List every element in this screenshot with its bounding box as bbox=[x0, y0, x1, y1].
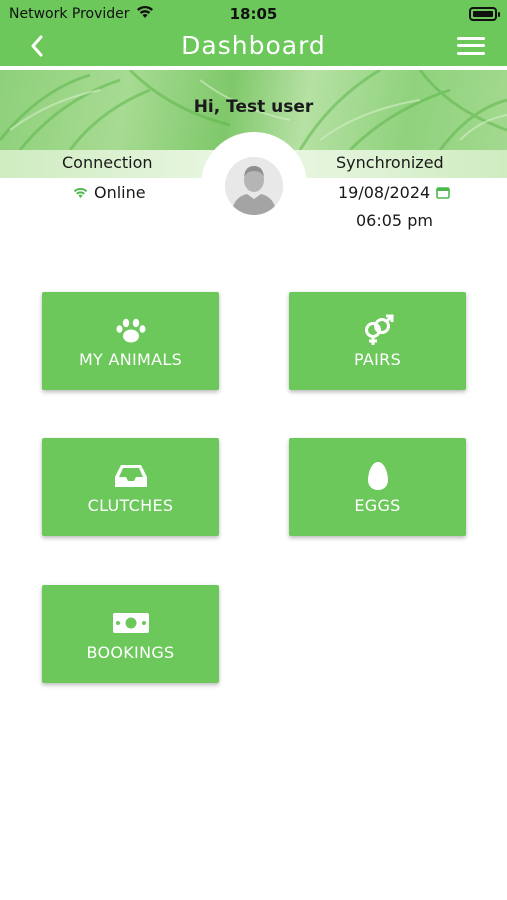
tile-label: CLUTCHES bbox=[87, 495, 174, 515]
user-avatar-icon bbox=[225, 157, 283, 215]
avatar[interactable] bbox=[225, 157, 283, 215]
hamburger-menu-icon bbox=[457, 37, 485, 41]
tile-eggs[interactable]: EGGS bbox=[289, 438, 466, 536]
app-header: Network Provider 18:05 Dashboard bbox=[0, 0, 507, 66]
sync-date-text: 19/08/2024 bbox=[338, 183, 431, 202]
status-time: 18:05 bbox=[229, 5, 278, 23]
money-bill-icon bbox=[112, 607, 150, 639]
tile-label: EGGS bbox=[354, 495, 401, 515]
page-title: Dashboard bbox=[181, 31, 326, 60]
status-bar: Network Provider 18:05 bbox=[0, 0, 507, 28]
calendar-icon bbox=[436, 187, 451, 199]
inbox-tray-icon bbox=[114, 460, 148, 492]
wifi-icon bbox=[73, 187, 88, 198]
tile-clutches[interactable]: CLUTCHES bbox=[42, 438, 219, 536]
tile-label: BOOKINGS bbox=[86, 642, 175, 662]
sync-label: Synchronized bbox=[336, 153, 444, 172]
tile-my-animals[interactable]: MY ANIMALS bbox=[42, 292, 219, 390]
connection-status: Online bbox=[73, 183, 146, 202]
sync-date: 19/08/2024 bbox=[338, 183, 451, 202]
connection-status-text: Online bbox=[94, 183, 146, 202]
connection-label: Connection bbox=[62, 153, 153, 172]
hamburger-line bbox=[457, 51, 485, 55]
tile-label: PAIRS bbox=[353, 349, 402, 369]
tile-pairs[interactable]: PAIRS bbox=[289, 292, 466, 390]
greeting-text: Hi, Test user bbox=[193, 97, 314, 117]
menu-button[interactable] bbox=[457, 35, 485, 57]
paw-icon bbox=[115, 314, 147, 346]
battery-icon bbox=[469, 7, 500, 21]
egg-icon bbox=[367, 460, 389, 492]
hamburger-line bbox=[457, 44, 485, 48]
tile-label: MY ANIMALS bbox=[78, 349, 183, 369]
tile-bookings[interactable]: BOOKINGS bbox=[42, 585, 219, 683]
sync-time: 06:05 pm bbox=[356, 211, 433, 230]
gender-icon bbox=[361, 314, 395, 346]
